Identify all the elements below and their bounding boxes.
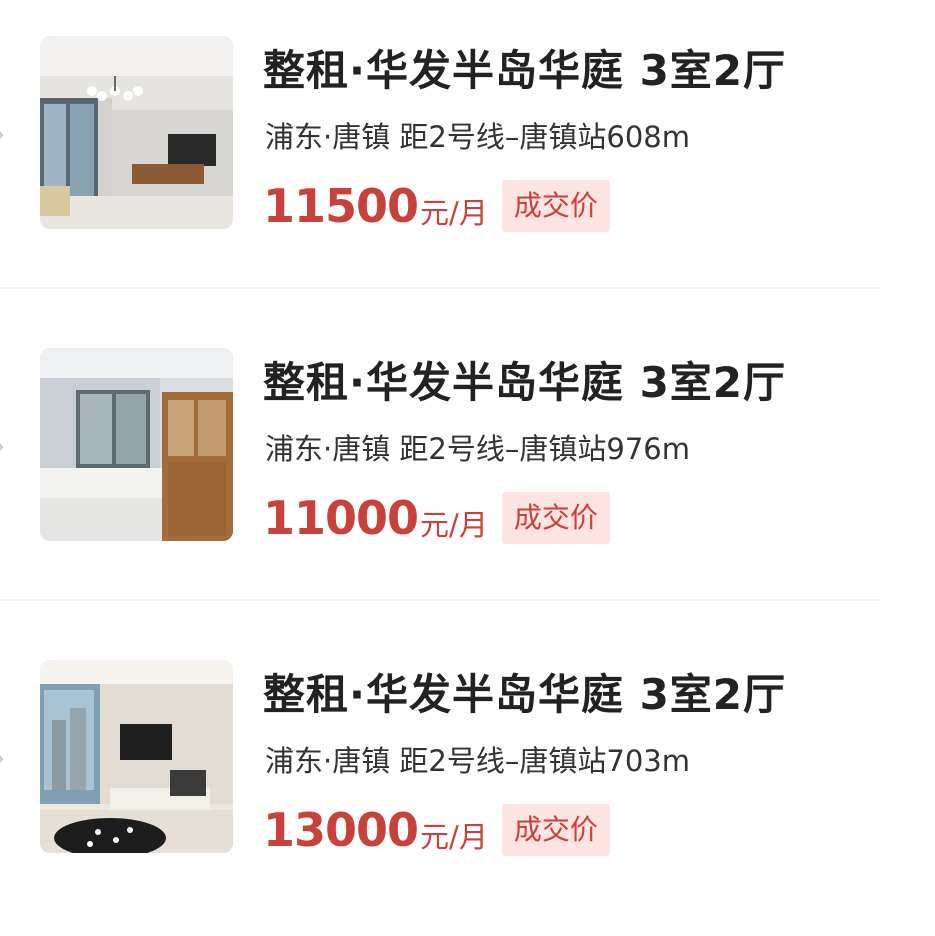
listing-photo[interactable] [40, 660, 233, 853]
chevron-right-icon [0, 131, 4, 139]
listing-title[interactable]: 整租·华发半岛华庭 3室2厅 [263, 670, 786, 720]
listing-location: 浦东·唐镇 距2号线–唐镇站976m [265, 432, 690, 466]
bedroom-photo [40, 348, 233, 541]
deal-price-badge: 成交价 [501, 492, 610, 544]
listing-location: 浦东·唐镇 距2号线–唐镇站608m [265, 120, 690, 154]
deal-price-badge: 成交价 [501, 180, 610, 232]
price-row: 11500 元/月 成交价 [263, 180, 610, 232]
price-unit: 元/月 [420, 196, 488, 230]
listing-card[interactable]: 整租·华发半岛华庭 3室2厅 浦东·唐镇 距2号线–唐镇站608m 11500 … [0, 0, 935, 312]
chevron-right-icon [0, 755, 4, 763]
divider [0, 599, 880, 601]
living-room-tv-photo [40, 660, 233, 853]
listing-photo[interactable] [40, 36, 233, 229]
living-room-photo [40, 36, 233, 229]
listing-title[interactable]: 整租·华发半岛华庭 3室2厅 [263, 46, 786, 96]
listing-photo[interactable] [40, 348, 233, 541]
listing-card[interactable]: 整租·华发半岛华庭 3室2厅 浦东·唐镇 距2号线–唐镇站976m 11000 … [0, 312, 935, 624]
price-unit: 元/月 [420, 508, 488, 542]
deal-price-badge: 成交价 [501, 804, 610, 856]
price-row: 11000 元/月 成交价 [263, 492, 610, 544]
listing-title[interactable]: 整租·华发半岛华庭 3室2厅 [263, 358, 786, 408]
listing-price: 11000 [263, 491, 419, 545]
listing-location: 浦东·唐镇 距2号线–唐镇站703m [265, 744, 690, 778]
listing-price: 11500 [263, 179, 419, 233]
chevron-right-icon [0, 443, 4, 451]
listing-card[interactable]: 整租·华发半岛华庭 3室2厅 浦东·唐镇 距2号线–唐镇站703m 13000 … [0, 624, 935, 936]
price-row: 13000 元/月 成交价 [263, 804, 610, 856]
divider [0, 287, 880, 289]
price-unit: 元/月 [420, 820, 488, 854]
listing-price: 13000 [263, 803, 419, 857]
